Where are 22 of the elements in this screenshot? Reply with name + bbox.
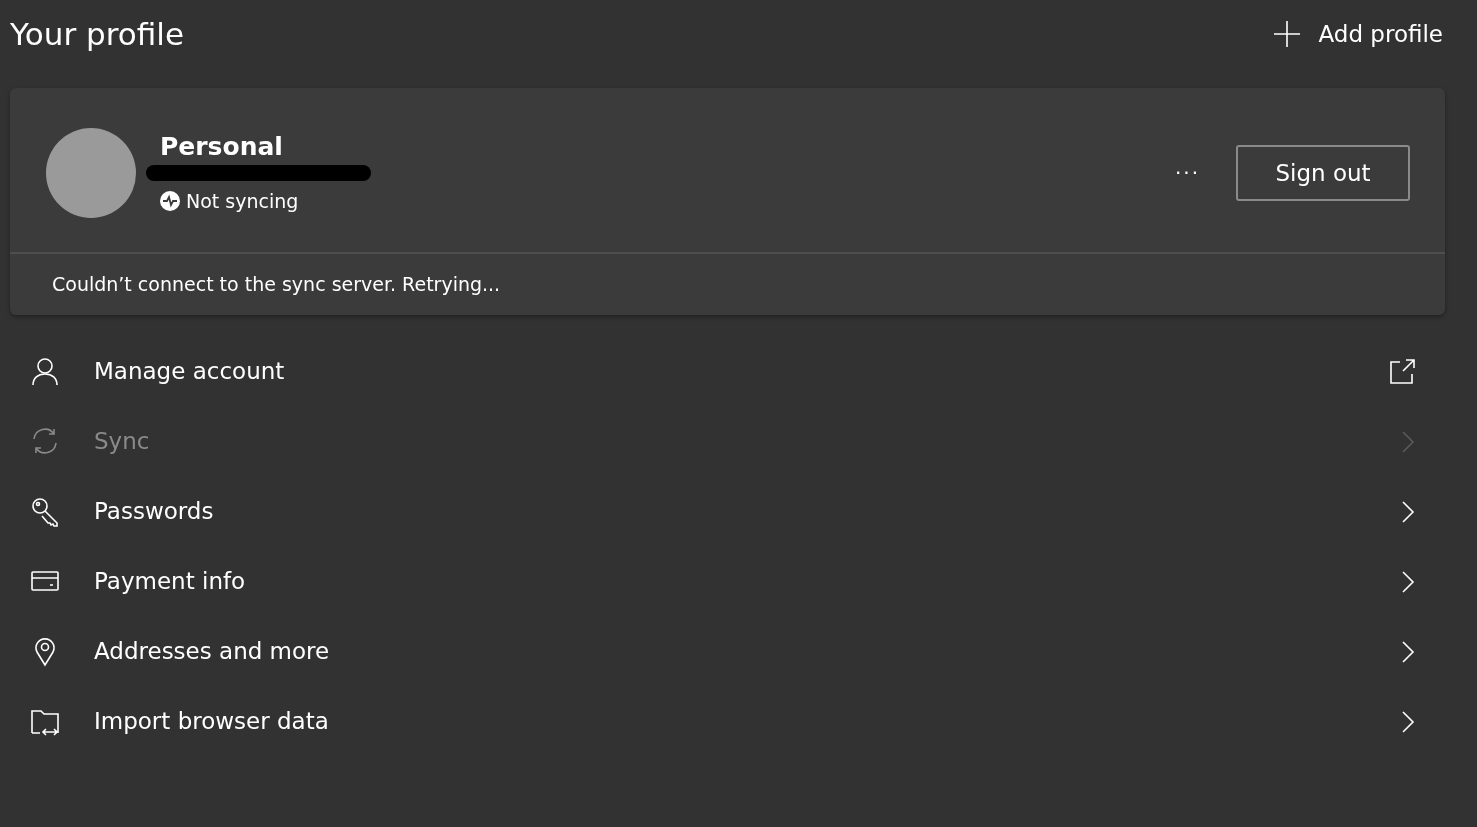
page-title: Your profile (10, 15, 184, 54)
add-profile-button[interactable]: Add profile (1272, 12, 1467, 56)
chevron-right-icon (1401, 639, 1415, 664)
plus-icon (1272, 20, 1301, 48)
chevron-right-icon (1401, 569, 1415, 594)
more-button[interactable]: ··· (1168, 157, 1206, 189)
menu-item[interactable]: Addresses and more (10, 616, 1445, 687)
menu-item[interactable]: Manage account (10, 336, 1445, 407)
sign-out-button[interactable]: Sign out (1236, 145, 1410, 201)
chevron-right-icon (1401, 429, 1415, 454)
profile-name: Personal (160, 130, 284, 163)
person-icon (30, 355, 60, 388)
sync-error-message: Couldn’t connect to the sync server. Retrying... (51, 272, 502, 297)
menu-item[interactable]: Import browser data (10, 686, 1445, 757)
chevron-right-icon (1401, 709, 1415, 734)
external-link-icon (1389, 358, 1415, 385)
chevron-right-icon (1401, 499, 1415, 524)
sync-off-icon (160, 191, 180, 211)
sync-status: Not syncing (186, 188, 299, 214)
menu-item[interactable]: Payment info (10, 546, 1445, 617)
key-icon (30, 495, 60, 528)
menu-item[interactable]: Passwords (10, 476, 1445, 547)
